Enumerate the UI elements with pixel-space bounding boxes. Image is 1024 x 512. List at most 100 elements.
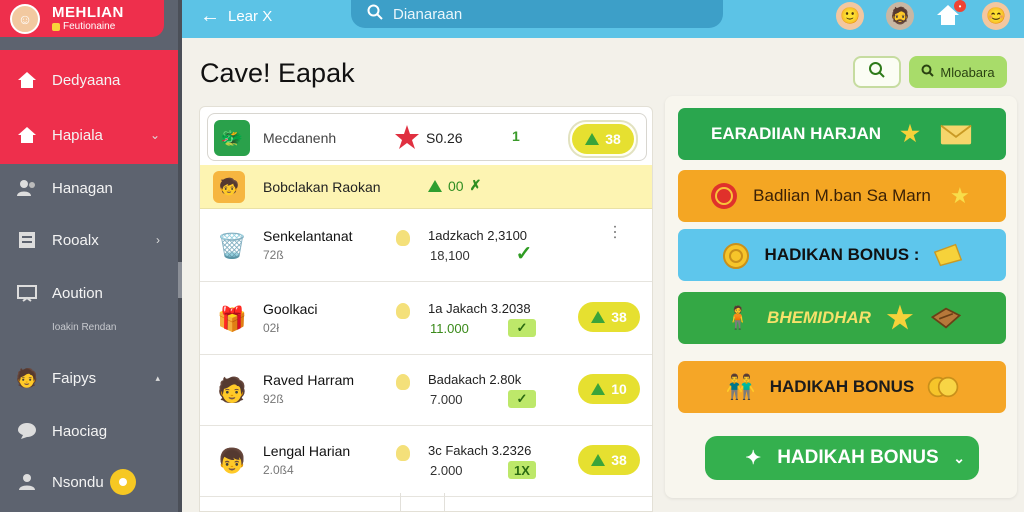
- user-avatar-icon[interactable]: 🙂: [836, 2, 864, 30]
- card-label: HADIKAN BONUS :: [764, 245, 920, 264]
- sidebar-item-label: Faipys: [52, 369, 97, 387]
- sidebar-item-rooalx[interactable]: Rooalx ›: [0, 220, 178, 260]
- topbar-icons: 🙂 🧔 • 😊: [836, 0, 1010, 30]
- filter-button[interactable]: Mloabara: [909, 56, 1007, 88]
- sidebar-item-label: Dedyaana: [52, 71, 121, 89]
- arrow-left-icon: ←: [200, 5, 220, 27]
- trash-can-icon: 🗑️: [217, 232, 247, 260]
- item-sub: 2.0ß4: [263, 463, 294, 477]
- chest-icon: [929, 303, 963, 333]
- item-name: Senkelantanat: [263, 228, 353, 244]
- user-avatar-icon[interactable]: 🧔: [886, 2, 914, 30]
- brand: MEHLIAN Feutionaine: [52, 5, 124, 32]
- close-icon[interactable]: ✗: [470, 177, 482, 194]
- sidebar-item-nsondu[interactable]: Nsondu: [0, 462, 178, 502]
- star-icon: ★: [949, 183, 970, 208]
- sidebar-item-label: Rooalx: [52, 231, 99, 249]
- filter-button-label: Mloabara: [940, 64, 995, 80]
- reward-card[interactable]: EARADIIAN HARJAN ★: [678, 108, 1006, 160]
- triangle-icon: [428, 179, 442, 192]
- back-button[interactable]: ← Lear X: [200, 6, 272, 26]
- card-label: Badlian M.ban Sa Marn: [753, 186, 931, 205]
- card-label: BHEMIDHAR: [767, 308, 871, 327]
- reward-card[interactable]: HADIKAN BONUS :: [678, 229, 1006, 281]
- bulb-icon: [396, 303, 410, 319]
- coins-icon: [926, 372, 960, 402]
- sidebar-item-haociag[interactable]: Haociag: [0, 411, 178, 451]
- item-date: 1a Jakach 3.2038: [428, 301, 531, 316]
- points-pill[interactable]: 38: [578, 445, 640, 475]
- item-date: Badakach 2.80k: [428, 372, 522, 387]
- user-avatar-icon[interactable]: 😊: [982, 2, 1010, 30]
- item-value: S0.26: [426, 130, 463, 146]
- star-icon: ★: [900, 121, 920, 146]
- scrollbar-thumb[interactable]: [178, 262, 182, 298]
- avatar: 🧒: [213, 171, 245, 203]
- bulb-icon: [396, 230, 410, 246]
- person-icon: 🧍: [724, 305, 752, 330]
- card-label: EARADIIAN HARJAN: [710, 124, 881, 143]
- list-item-highlight[interactable]: 🧒 Bobclakan Raokan 00 ✗: [200, 165, 652, 209]
- sidebar-item-hapiala[interactable]: Hapiala ⌄: [0, 115, 178, 155]
- sidebar-item-dedyaana[interactable]: Dedyaana: [0, 60, 178, 100]
- star-icon: [394, 124, 419, 149]
- bulb-icon: [396, 445, 410, 461]
- item-sub: 72ß: [263, 248, 284, 262]
- item-number: 2.000: [430, 463, 463, 478]
- profile-avatar[interactable]: ☺: [10, 3, 40, 34]
- item-sub: 02ł: [263, 321, 280, 335]
- brand-icon: [52, 23, 60, 31]
- sidebar-item-hanagan[interactable]: Hanagan: [0, 168, 178, 208]
- list-item[interactable]: 🎁 Goolkaci 02ł 1a Jakach 3.2038 11.000 ✓…: [200, 283, 652, 355]
- item-name: Goolkaci: [263, 301, 318, 317]
- list-item[interactable]: 👦 Lengal Harian 2.0ß4 3c Fakach 3.2326 2…: [200, 425, 652, 497]
- bonus-button[interactable]: ✦ HADIKAH BONUS ⌄: [705, 436, 979, 480]
- divider: [444, 493, 445, 511]
- sidebar-item-faipys[interactable]: 🧑 Faipys ▴: [0, 358, 178, 398]
- page-title: Cave! Eapak: [200, 58, 355, 88]
- divider: [400, 493, 401, 511]
- sidebar-item-label: Haociag: [52, 422, 108, 440]
- sidebar-item-aoution[interactable]: Aoution: [0, 273, 178, 313]
- notification-badge: [109, 469, 136, 495]
- triangle-icon: [585, 133, 600, 145]
- reward-card[interactable]: 👬 HADIKAH BONUS: [678, 361, 1006, 413]
- search-input[interactable]: Dianaraan: [351, 0, 723, 28]
- points-pill[interactable]: 38: [572, 124, 634, 154]
- item-name: Bobclakan Raokan: [263, 179, 381, 195]
- item-amount: 00 ✗: [428, 177, 481, 194]
- item-number: 7.000: [430, 392, 463, 407]
- item-number: 11.000: [430, 321, 469, 336]
- reward-card[interactable]: 🧍 BHEMIDHAR ★: [678, 292, 1006, 344]
- notification-dot: •: [954, 0, 966, 12]
- points-pill[interactable]: 10: [578, 374, 640, 404]
- brand-title: MEHLIAN: [52, 4, 124, 21]
- sidebar-header: ☺ MEHLIAN Feutionaine: [0, 0, 164, 37]
- item-number: 18,100: [430, 248, 470, 263]
- home-icon: [16, 124, 38, 146]
- search-button[interactable]: [853, 56, 901, 88]
- reward-card[interactable]: Badlian M.ban Sa Marn ★: [678, 170, 1006, 222]
- list-item-featured[interactable]: 🐲 Mecdanenh S0.26 1 38: [207, 113, 647, 161]
- group-avatar-icon: 👬: [725, 373, 756, 401]
- list-item[interactable]: 🗑️ Senkelantanat 72ß 1adzkach 2,3100 18,…: [200, 210, 652, 282]
- list-item[interactable]: 🧑 Raved Harram 92ß Badakach 2.80k 7.000 …: [200, 354, 652, 426]
- more-options-icon[interactable]: ⋯: [605, 224, 624, 240]
- home-icon: [16, 69, 38, 91]
- sidebar-sub-label: Ioakin Rendan: [52, 322, 117, 333]
- check-icon: ✓: [508, 319, 536, 337]
- home-icon[interactable]: •: [936, 0, 966, 28]
- bonus-button-label: HADIKAH BONUS: [777, 447, 939, 468]
- chevron-up-icon: ▴: [155, 372, 160, 383]
- triangle-icon: [591, 454, 606, 466]
- search-icon: [868, 61, 886, 84]
- points-pill[interactable]: 38: [578, 302, 640, 332]
- user-icon: [16, 471, 38, 493]
- triangle-icon: [591, 383, 606, 395]
- document-icon: [16, 229, 38, 251]
- sidebar-scrollbar[interactable]: [178, 0, 182, 512]
- chevron-down-icon: ⌄: [953, 449, 965, 466]
- item-name: Lengal Harian: [263, 443, 351, 459]
- gift-box-icon: 🎁: [217, 305, 247, 333]
- person-icon: 🧑: [217, 376, 247, 404]
